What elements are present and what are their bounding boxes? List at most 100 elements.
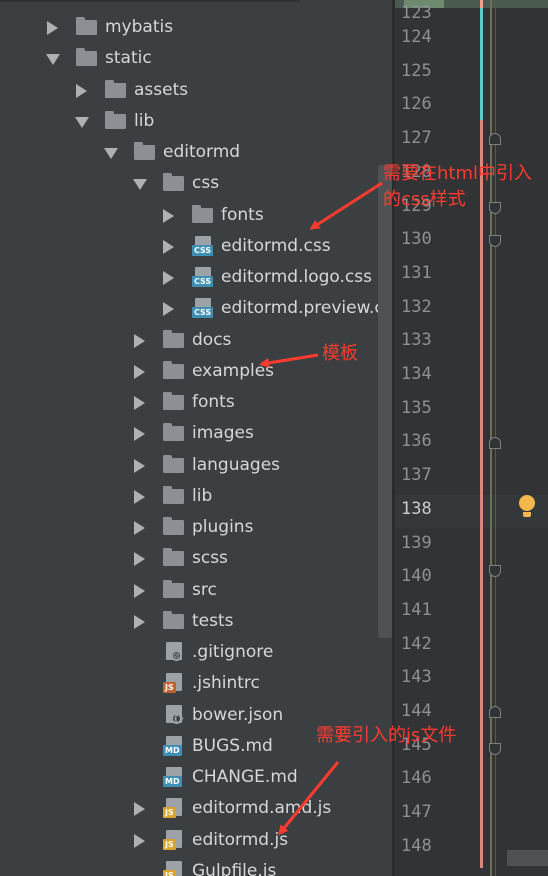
folder-icon [163,173,185,193]
tree-item-label: .jshintrc [192,673,260,694]
chevron-right-icon[interactable] [163,271,174,285]
tree-row-tests[interactable]: tests [0,606,392,637]
folder-icon [163,610,185,631]
js-annotation: 需要引入的js文件 [316,725,457,746]
tree-row-change-md[interactable]: MD CHANGE.md [0,762,392,793]
chevron-right-icon[interactable] [134,521,145,535]
line-number: 124 [401,27,432,47]
change-marker-bar [480,120,483,868]
folder-icon [105,79,127,100]
line-number: 147 [401,802,432,823]
tree-item-label: editormd.amd.js [192,798,332,819]
tree-row-gulpfile-js[interactable]: JS Gulpfile.js [0,856,392,876]
tree-row-static[interactable]: static [0,43,392,74]
fold-start-icon[interactable] [489,706,501,718]
fold-end-icon[interactable] [489,743,501,755]
editor-horizontal-scrollbar[interactable] [507,850,548,866]
jshint-file-icon: JS [163,673,185,694]
tree-row-src[interactable]: src [0,575,392,606]
js-file-icon: JS [163,829,185,850]
tree-row-lib[interactable]: lib [0,481,392,512]
tree-row-css[interactable]: css [0,168,392,199]
chevron-down-icon[interactable] [104,148,118,159]
tree-item-label: css [192,173,220,194]
tree-row--gitignore[interactable]: ⊘ .gitignore [0,637,392,668]
tree-item-label: Gulpfile.js [192,860,277,876]
tree-row-editormd[interactable]: editormd [0,137,392,168]
line-number: 136 [401,431,432,452]
chevron-right-icon[interactable] [76,83,87,98]
tree-row-editormd-js[interactable]: JS editormd.js [0,825,392,856]
tree-row-plugins[interactable]: plugins [0,512,392,543]
tree-row-fonts[interactable]: fonts [0,387,392,418]
chevron-right-icon[interactable] [134,396,145,410]
tree-row-scss[interactable]: scss [0,543,392,574]
line-number: 125 [401,60,432,81]
tree-item-label: scss [192,548,228,569]
chevron-right-icon[interactable] [134,489,145,504]
chevron-right-icon[interactable] [134,614,145,629]
line-number: 144 [401,701,432,721]
tree-row-images[interactable]: images [0,418,392,449]
folder-icon [163,454,185,475]
tree-row-editormd-css[interactable]: CSS editormd.css [0,231,392,262]
folder-icon [192,204,214,225]
chevron-right-icon[interactable] [134,458,145,473]
line-number: 126 [401,94,432,115]
chevron-down-icon[interactable] [75,116,89,128]
chevron-down-icon[interactable] [133,179,147,191]
line-number: 123 [401,3,432,24]
folder-icon [76,17,98,37]
fold-start-icon[interactable] [489,133,501,145]
tree-item-label: fonts [192,392,235,412]
line-number: 148 [401,835,432,856]
panel-top-border [0,0,300,2]
tree-row-editormd-amd-js[interactable]: JS editormd.amd.js [0,793,392,824]
js-file-icon: JS [163,798,185,819]
line-number: 142 [401,633,432,654]
chevron-right-icon[interactable] [134,364,145,379]
fold-end-icon[interactable] [489,235,501,247]
tree-row-assets[interactable]: assets [0,75,392,106]
css-file-icon: CSS [192,235,214,256]
tree-item-label: CHANGE.md [192,767,298,787]
tree-item-label: .gitignore [192,642,274,662]
folder-icon [76,48,98,68]
tree-row-languages[interactable]: languages [0,450,392,481]
fold-end-icon[interactable] [489,565,501,577]
css-annotation: 需要在html中引入的css样式 [383,163,533,210]
lightbulb-icon[interactable] [518,495,536,519]
chevron-right-icon[interactable] [134,583,145,598]
chevron-right-icon[interactable] [163,302,174,317]
tree-scrollbar[interactable] [378,165,392,638]
chevron-right-icon[interactable] [134,833,145,848]
tree-row-editormd-preview-css[interactable]: CSS editormd.preview.css [0,293,392,324]
tree-item-label: editormd.preview.css [221,298,392,319]
chevron-right-icon[interactable] [163,208,174,223]
markdown-file-icon: MD [163,767,185,787]
chevron-right-icon[interactable] [134,427,145,442]
line-number: 134 [401,364,432,384]
css-file-icon: CSS [192,267,214,287]
line-number: 139 [401,532,432,553]
tree-row-editormd-logo-css[interactable]: CSS editormd.logo.css [0,262,392,293]
tree-item-label: lib [134,110,155,131]
css-file-icon: CSS [192,298,214,319]
line-number: 131 [401,262,432,283]
chevron-right-icon[interactable] [163,239,174,254]
tree-row-fonts[interactable]: fonts [0,200,392,231]
tree-row--jshintrc[interactable]: JS .jshintrc [0,668,392,699]
tree-row-lib[interactable]: lib [0,106,392,137]
fold-start-icon[interactable] [489,437,501,449]
chevron-right-icon[interactable] [134,802,145,817]
chevron-down-icon[interactable] [46,54,60,66]
tree-item-label: assets [134,79,189,100]
tree-item-label: languages [192,454,281,475]
chevron-right-icon[interactable] [47,21,58,35]
tree-item-label: static [105,48,152,69]
tree-item-label: examples [192,360,275,381]
chevron-right-icon[interactable] [134,552,145,567]
tree-row-mybatis[interactable]: mybatis [0,12,392,43]
tree-item-label: editormd [163,142,241,162]
chevron-right-icon[interactable] [134,333,145,348]
